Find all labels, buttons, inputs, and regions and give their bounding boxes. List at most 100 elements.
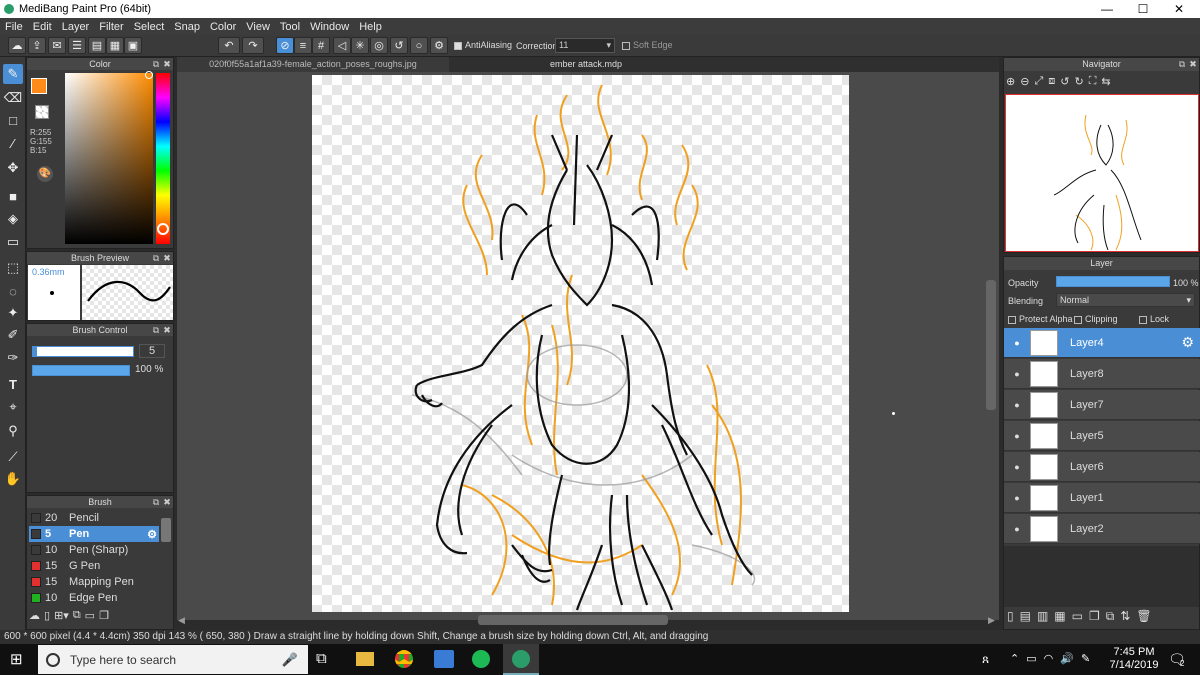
float-icon[interactable]: ⧉ [151,496,161,508]
notification-icon[interactable]: 🗨 2 [1168,651,1186,668]
hand-tool-icon[interactable]: ✋ [3,469,23,489]
folder-icon[interactable]: ▭ [85,609,95,627]
menu-select[interactable]: Select [129,21,170,33]
layer-row-layer7[interactable]: ● Layer7 [1004,390,1200,420]
brush-opacity-slider[interactable] [32,365,130,376]
clock[interactable]: 7:45 PM 7/14/2019 [1108,646,1160,672]
brush-list-scrollbar[interactable] [161,518,171,542]
brush-size-value[interactable]: 5 [139,344,165,358]
pen-icon[interactable]: ✎ [1081,652,1090,665]
drawing-canvas[interactable] [312,75,849,612]
chrome-icon[interactable] [395,650,413,668]
float-icon[interactable]: ⧉ [1177,58,1187,71]
windows-start-icon[interactable]: ⊞ [10,652,26,668]
comment-icon[interactable]: ✉ [48,37,66,54]
color-picker-cursor[interactable] [145,71,153,79]
gear-icon[interactable]: ⚙ [147,528,157,541]
magic-wand-tool-icon[interactable]: ✦ [3,303,23,323]
lasso-tool-icon[interactable]: ◌ [3,281,23,301]
settings-icon[interactable]: ⚙ [430,37,448,54]
scroll-right-icon[interactable]: ▶ [988,615,995,626]
trash-icon[interactable]: 🗑 [1136,609,1151,627]
copy-brush-icon[interactable]: ⧉ [73,609,81,627]
hue-slider[interactable] [156,73,170,244]
maximize-button[interactable]: ☐ [1126,0,1160,18]
antialiasing-checkbox[interactable]: AntiAliasing [454,40,512,50]
visibility-icon[interactable]: ● [1004,431,1030,441]
page-icon[interactable]: ▤ [88,37,106,54]
folder-icon[interactable]: ▭ [1072,609,1083,627]
minimize-button[interactable]: — [1090,0,1124,18]
brush-tool-icon[interactable]: ✎ [3,64,23,84]
battery-icon[interactable]: ▭ [1026,652,1036,665]
reset-view-icon[interactable]: ⛶ [1089,75,1097,93]
layer-opacity-slider[interactable] [1056,276,1170,287]
media-app-icon[interactable] [434,650,454,668]
menu-view[interactable]: View [241,21,275,33]
close-icon[interactable]: ✖ [162,252,172,264]
menu-edit[interactable]: Edit [28,21,57,33]
menu-window[interactable]: Window [305,21,354,33]
hue-handle[interactable] [157,223,169,235]
move-tool-icon[interactable]: ✥ [3,158,23,178]
bucket-tool-icon[interactable]: ◈ [3,209,23,229]
layer-row-layer8[interactable]: ● Layer8 [1004,359,1200,389]
divide-tool-icon[interactable]: ⟋ [3,447,23,467]
soft-edge-checkbox[interactable]: Soft Edge [622,40,673,50]
snap-off-icon[interactable]: ⊘ [276,37,294,54]
layer-row-layer4[interactable]: ● Layer4 ⚙ [1004,328,1200,358]
clipping-checkbox[interactable]: Clipping [1074,314,1118,324]
fill-rect-tool-icon[interactable]: ■ [3,186,23,206]
float-icon[interactable]: ⧉ [151,324,161,336]
merge-down-icon[interactable]: ⧉ [1106,609,1115,627]
perspective-snap-icon[interactable]: ◁ [333,37,351,54]
close-icon[interactable]: ✖ [1188,58,1198,71]
blending-select[interactable]: Normal ▾ [1056,293,1195,307]
share-icon[interactable]: ⇪ [28,37,46,54]
page-list-icon[interactable]: ▦ [106,37,124,54]
protect-alpha-checkbox[interactable]: Protect Alpha [1008,314,1073,324]
menu-file[interactable]: File [0,21,28,33]
grid-snap-icon[interactable]: # [312,37,330,54]
tab-ember-attack[interactable]: ember attack.mdp [450,57,722,72]
cloud-icon[interactable]: ☁ [8,37,26,54]
primary-color-swatch[interactable] [31,78,47,94]
close-icon[interactable]: ✖ [162,58,172,70]
circle-snap-icon[interactable]: ○ [410,37,428,54]
correction-select[interactable]: 11 ▾ [555,38,615,53]
visibility-icon[interactable]: ● [1004,462,1030,472]
menu-color[interactable]: Color [205,21,241,33]
palette-icon[interactable]: 🎨 [37,166,53,182]
new-halftone-layer-icon[interactable]: ▤ [1020,609,1031,627]
blur-tool-icon[interactable]: ⁄ [3,133,23,153]
task-view-icon[interactable]: ⧉ [316,650,327,667]
menu-tool[interactable]: Tool [275,21,305,33]
rotate-right-icon[interactable]: ↻ [1074,75,1083,93]
visibility-icon[interactable]: ● [1004,493,1030,503]
select-pen-tool-icon[interactable]: ✐ [3,325,23,345]
gradient-tool-icon[interactable]: ▭ [3,232,23,252]
select-eraser-tool-icon[interactable]: ✑ [3,348,23,368]
volume-icon[interactable]: 🔊 [1060,652,1074,665]
page-grid-icon[interactable]: ▣ [124,37,142,54]
brush-size-slider[interactable] [32,346,134,357]
float-icon[interactable]: ⧉ [151,252,161,264]
fit-icon[interactable]: ⤢ [1034,75,1043,93]
tab-reference-image[interactable]: 020f0f55a1af1a39-female_action_poses_rou… [177,57,449,72]
concentric-snap-icon[interactable]: ◎ [370,37,388,54]
people-icon[interactable]: ጸ [982,652,989,667]
canvas-horizontal-scrollbar[interactable] [478,615,668,625]
text-tool-icon[interactable]: T [3,374,23,394]
radial-snap-icon[interactable]: ✳ [351,37,369,54]
network-icon[interactable]: ◠ [1044,652,1054,665]
undo-icon[interactable]: ↶ [218,37,240,54]
menu-snap[interactable]: Snap [169,21,205,33]
dot-tool-icon[interactable]: □ [3,110,23,130]
canvas-vertical-scrollbar[interactable] [986,280,996,410]
brush-item[interactable]: 15 G Pen [29,558,159,574]
parallel-snap-icon[interactable]: ≡ [294,37,312,54]
brush-item[interactable]: 20 Pencil [29,510,159,526]
navigator-thumbnail[interactable] [1005,94,1199,252]
layer-row-layer5[interactable]: ● Layer5 [1004,421,1200,451]
actual-size-icon[interactable]: ⧈ [1048,75,1055,93]
